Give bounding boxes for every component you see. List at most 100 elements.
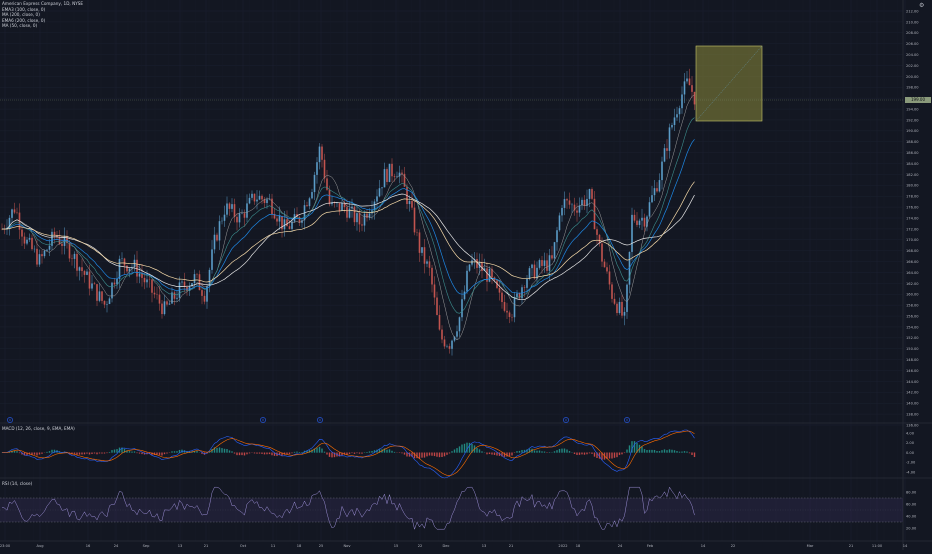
time-tick-label: 16 bbox=[86, 544, 91, 548]
candle-body bbox=[329, 190, 331, 204]
candle-body bbox=[421, 247, 423, 253]
macd-histogram-bar bbox=[691, 453, 692, 455]
time-tick-label: 23:00 bbox=[0, 544, 11, 548]
macd-histogram-bar bbox=[516, 451, 517, 453]
candle-body bbox=[54, 232, 56, 235]
macd-histogram-bar bbox=[91, 453, 92, 454]
macd-histogram-bar bbox=[289, 453, 290, 455]
price-tick-label: 204.00 bbox=[906, 53, 919, 57]
price-chart-svg[interactable]: 212.00210.00208.00206.00204.00202.00200.… bbox=[0, 0, 932, 550]
candle-body bbox=[59, 237, 61, 243]
candle-body bbox=[21, 230, 23, 237]
candle-body bbox=[509, 312, 511, 317]
candle-body bbox=[394, 176, 396, 177]
macd-histogram-bar bbox=[684, 451, 685, 453]
price-tick-label: 140.00 bbox=[906, 402, 919, 406]
macd-histogram-bar bbox=[661, 450, 662, 453]
candle-body bbox=[466, 271, 468, 292]
rsi-tick-label: 40.00 bbox=[906, 514, 917, 518]
time-tick-label: 25 bbox=[319, 544, 324, 548]
candle-body bbox=[651, 195, 653, 202]
macd-histogram-bar bbox=[34, 453, 35, 455]
macd-axis: 4.002.000.00-2.00-4.00 bbox=[906, 431, 916, 474]
macd-histogram-bar bbox=[429, 453, 430, 456]
candle-body bbox=[61, 244, 63, 246]
price-range-drawing[interactable] bbox=[0, 46, 903, 121]
candle-body bbox=[311, 192, 313, 198]
macd-histogram-bar bbox=[579, 453, 580, 455]
candle-body bbox=[554, 242, 556, 258]
legend-ma50[interactable]: MA (50, close, 0) bbox=[2, 23, 83, 29]
price-tick-label: 150.00 bbox=[906, 347, 919, 351]
macd-histogram-bar bbox=[456, 448, 457, 453]
candle-body bbox=[476, 259, 478, 268]
price-tick-label: 144.00 bbox=[906, 380, 919, 384]
price-tick-label: 206.00 bbox=[906, 42, 919, 46]
macd-histogram-bar bbox=[101, 453, 102, 454]
macd-histogram-bar bbox=[496, 453, 497, 456]
macd-legend[interactable]: MACD (12, 26, close, 9, EMA, EMA) bbox=[2, 426, 75, 431]
candle-body bbox=[671, 125, 673, 127]
candle-body bbox=[514, 297, 516, 317]
candle-body bbox=[261, 196, 263, 200]
macd-histogram-bar bbox=[664, 449, 665, 452]
macd-histogram-bar bbox=[271, 453, 272, 456]
price-tick-label: 208.00 bbox=[906, 31, 919, 35]
macd-histogram-bar bbox=[459, 446, 460, 452]
candle-body bbox=[44, 251, 46, 256]
macd-histogram-bar bbox=[454, 449, 455, 452]
macd-histogram-bar bbox=[366, 452, 367, 453]
rsi-legend[interactable]: RSI (14, close) bbox=[2, 481, 32, 486]
settings-gear-icon[interactable]: ⚙ bbox=[919, 2, 924, 9]
chart-title[interactable]: American Express Company, 1D, NYSE bbox=[2, 1, 83, 7]
candle-body bbox=[14, 209, 16, 212]
candle-body bbox=[539, 260, 541, 268]
macd-histogram-bar bbox=[296, 452, 297, 453]
candle-body bbox=[621, 302, 623, 316]
candle-body bbox=[546, 260, 548, 270]
macd-histogram-bar bbox=[656, 451, 657, 453]
macd-histogram-bar bbox=[674, 450, 675, 452]
macd-histogram-bar bbox=[494, 453, 495, 455]
macd-histogram-bar bbox=[249, 453, 250, 454]
macd-histogram-bar bbox=[266, 453, 267, 455]
price-tick-label: 212.00 bbox=[906, 9, 919, 13]
macd-histogram-bar bbox=[161, 453, 162, 456]
price-axis[interactable]: 212.00210.00208.00206.00204.00202.00200.… bbox=[906, 9, 919, 427]
candle-body bbox=[174, 292, 176, 298]
time-axis[interactable]: 23:00Aug1624Sep1321Oct111825Nov1522Dec13… bbox=[0, 544, 908, 548]
candle-body bbox=[49, 246, 51, 250]
candle-body bbox=[594, 199, 596, 229]
candle-body bbox=[286, 219, 288, 226]
candle-body bbox=[109, 298, 111, 304]
candle-body bbox=[39, 254, 41, 264]
macd-histogram-bar bbox=[196, 451, 197, 453]
candle-body bbox=[114, 283, 116, 285]
price-tick-label: 190.00 bbox=[906, 129, 919, 133]
macd-histogram-bar bbox=[519, 451, 520, 453]
candle-body bbox=[619, 302, 621, 313]
candle-body bbox=[686, 79, 688, 82]
macd-histogram-bar bbox=[489, 453, 490, 455]
price-tick-label: 166.00 bbox=[906, 260, 919, 264]
event-markers[interactable] bbox=[7, 417, 629, 422]
candle-body bbox=[691, 85, 693, 92]
price-tick-label: 188.00 bbox=[906, 140, 919, 144]
candle-body bbox=[431, 268, 433, 285]
macd-histogram-bar bbox=[389, 449, 390, 452]
time-tick-label: 21 bbox=[849, 544, 854, 548]
candle-body bbox=[289, 226, 291, 229]
time-tick-label: 13 bbox=[482, 544, 487, 548]
macd-histogram-bar bbox=[239, 453, 240, 456]
candle-body bbox=[219, 221, 221, 240]
candle-body bbox=[461, 299, 463, 317]
price-tick-label: 194.00 bbox=[906, 107, 919, 111]
candle-body bbox=[91, 283, 93, 288]
rsi-tick-label: 60.00 bbox=[906, 502, 917, 506]
candle-body bbox=[284, 219, 286, 229]
macd-histogram-bar bbox=[321, 449, 322, 453]
chart-canvas[interactable]: 212.00210.00208.00206.00204.00202.00200.… bbox=[0, 0, 932, 550]
candle-body bbox=[684, 81, 686, 94]
macd-histogram-bar bbox=[216, 448, 217, 453]
candle-body bbox=[549, 255, 551, 271]
